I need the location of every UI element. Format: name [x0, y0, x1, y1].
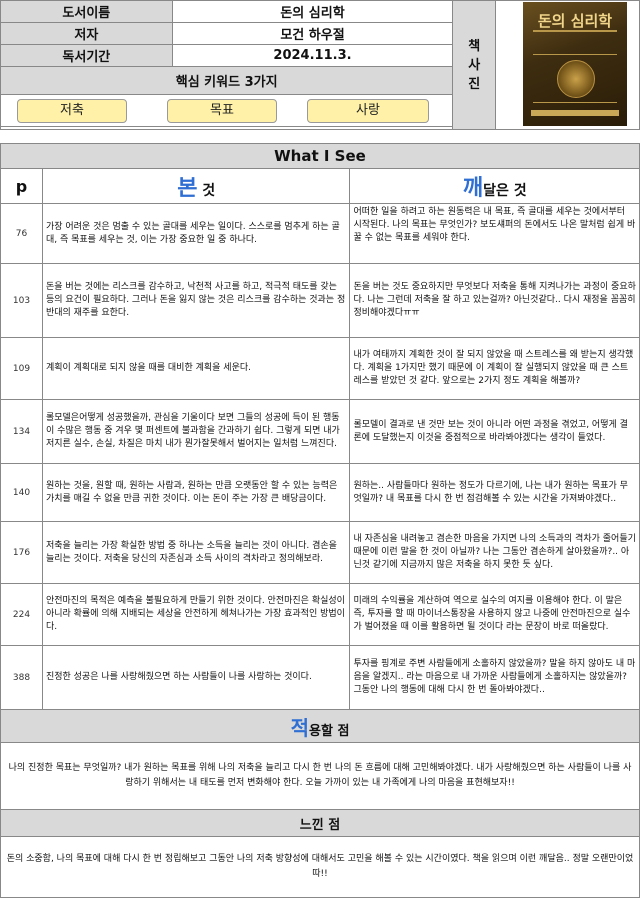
- book-cover-cell: 돈의 심리학: [495, 0, 640, 130]
- table-row: 134 롤모델은어떻게 성공했을까, 관심을 기울이다 보면 그들의 성공에 득…: [0, 399, 640, 464]
- felt-section-title: 느낀 점: [0, 809, 640, 837]
- realized-text: 원하는.. 사람들마다 원하는 정도가 다르기에, 나는 내가 원하는 목표가 …: [349, 463, 640, 522]
- page-number: 224: [0, 583, 43, 646]
- keywords-title: 핵심 키워드 3가지: [0, 66, 454, 95]
- page-number: 176: [0, 521, 43, 584]
- apply-title-small: 용할 점: [309, 723, 350, 739]
- cover-line: [533, 30, 617, 32]
- book-cover-image: 돈의 심리학: [523, 2, 627, 126]
- keywords-row: 저축 목표 사랑: [0, 94, 454, 127]
- seen-text: 원하는 것을, 원할 때, 원하는 사람과, 원하는 만큼 오랫동안 할 수 있…: [41, 463, 351, 522]
- realized-text: 내가 여태까지 계획한 것이 잘 되지 않았을 때 스트레스를 왜 받는지 생각…: [349, 337, 640, 400]
- book-title-value: 돈의 심리학: [171, 0, 454, 23]
- page-number: 140: [0, 463, 43, 522]
- seen-header-small: 것: [197, 183, 216, 199]
- book-photo-label-text: 책 사 진: [468, 38, 481, 92]
- seen-text: 롤모델은어떻게 성공했을까, 관심을 기울이다 보면 그들의 성공에 득이 된 …: [41, 399, 351, 464]
- realized-text: 돈을 버는 것도 중요하지만 무엇보다 저축을 통해 지켜나가는 과정이 중요하…: [349, 263, 640, 338]
- table-row: 76 가장 어려운 것은 멈출 수 있는 골대를 세우는 일이다. 스스로를 멈…: [0, 203, 640, 264]
- keyword-pill-2: 목표: [167, 99, 277, 123]
- seen-header-big: 본: [177, 176, 198, 201]
- period-label: 독서기간: [0, 44, 173, 67]
- realized-header-small: 달은 것: [483, 183, 527, 199]
- book-photo-label: 책 사 진: [452, 0, 497, 130]
- realized-text: 롤모델이 결과로 낸 것만 보는 것이 아니라 어떤 과정을 겪었고, 어떻게 …: [349, 399, 640, 464]
- table-row: 176 저축을 늘리는 가장 확실한 방법 중 하나는 소득을 늘리는 것이 아…: [0, 521, 640, 584]
- felt-section-body: 돈의 소중함, 나의 목표에 대해 다시 한 번 정립해보고 그동안 나의 저축…: [0, 836, 640, 898]
- book-info-table: 도서이름 돈의 심리학 책 사 진 돈의 심리학 저자 모건 하우절 독서기간 …: [0, 0, 640, 130]
- felt-title: 느낀 점: [299, 817, 341, 833]
- apply-section-body: 나의 진정한 목표는 무엇일까? 내가 원하는 목표를 위해 나의 저축을 늘리…: [0, 742, 640, 810]
- page-number: 76: [0, 203, 43, 264]
- realized-text: 투자를 핑계로 주변 사람들에게 소홀하지 않았을까? 말을 하지 않아도 내 …: [349, 645, 640, 710]
- table-row: 388 진정한 성공은 나를 사랑해줬으면 하는 사람들이 나를 사랑하는 것이…: [0, 645, 640, 710]
- realized-text: 미래의 수익률을 계산하여 역으로 실수의 여지를 이용해야 한다. 이 말은 …: [349, 583, 640, 646]
- page-number: 388: [0, 645, 43, 710]
- reading-journal-page: 도서이름 돈의 심리학 책 사 진 돈의 심리학 저자 모건 하우절 독서기간 …: [0, 0, 640, 898]
- period-value: 2024.11.3.: [171, 44, 454, 67]
- table-row: 224 안전마진의 목적은 예측을 불필요하게 만들기 위한 것이다. 안전마진…: [0, 583, 640, 646]
- seen-text: 가장 어려운 것은 멈출 수 있는 골대를 세우는 일이다. 스스로를 멈추게 …: [41, 203, 351, 264]
- seen-text: 계획이 계획대로 되지 않을 때를 대비한 계획을 세운다.: [41, 337, 351, 400]
- seen-text: 진정한 성공은 나를 사랑해줬으면 하는 사람들이 나를 사랑하는 것이다.: [41, 645, 351, 710]
- seen-text: 돈을 버는 것에는 리스크를 감수하고, 낙천적 사고를 하고, 적극적 태도를…: [41, 263, 351, 338]
- seen-text: 안전마진의 목적은 예측을 불필요하게 만들기 위한 것이다. 안전마진은 확실…: [41, 583, 351, 646]
- book-title-label: 도서이름: [0, 0, 173, 23]
- seen-column-header: 본 것: [41, 168, 351, 204]
- keyword-pill-3: 사랑: [307, 99, 429, 123]
- cover-band: [531, 110, 619, 116]
- apply-section-title: 적용할 점: [0, 709, 640, 743]
- page-number: 109: [0, 337, 43, 400]
- cover-coin-graphic: [557, 60, 595, 98]
- realized-text: 내 자존심을 내려놓고 겸손한 마음을 가지면 나의 소득과의 격차가 줄어들기…: [349, 521, 640, 584]
- author-value: 모건 하우절: [171, 22, 454, 45]
- cover-title: 돈의 심리학: [537, 12, 613, 30]
- table-row: 103 돈을 버는 것에는 리스크를 감수하고, 낙천적 사고를 하고, 적극적…: [0, 263, 640, 338]
- keyword-pill-1: 저축: [17, 99, 127, 123]
- table-row: 109 계획이 계획대로 되지 않을 때를 대비한 계획을 세운다. 내가 여태…: [0, 337, 640, 400]
- realized-text: 어떠한 일을 하려고 하는 원동력은 내 목표, 즉 골대를 세우는 것에서부터…: [349, 203, 640, 264]
- page-column-header: p: [0, 168, 43, 204]
- cover-line: [533, 102, 617, 103]
- what-i-see-title: What I See: [0, 143, 640, 169]
- page-number: 134: [0, 399, 43, 464]
- page-number: 103: [0, 263, 43, 338]
- apply-title-big: 적: [290, 715, 309, 740]
- realized-header-big: 깨: [462, 176, 484, 201]
- what-i-see-table: What I See p 본 것 깨달은 것 76 가장 어려운 것은 멈출 수…: [0, 143, 640, 898]
- table-row: 140 원하는 것을, 원할 때, 원하는 사람과, 원하는 만큼 오랫동안 할…: [0, 463, 640, 522]
- realized-column-header: 깨달은 것: [349, 168, 640, 204]
- author-label: 저자: [0, 22, 173, 45]
- cover-line: [533, 54, 617, 55]
- seen-text: 저축을 늘리는 가장 확실한 방법 중 하나는 소득을 늘리는 것이 아니다. …: [41, 521, 351, 584]
